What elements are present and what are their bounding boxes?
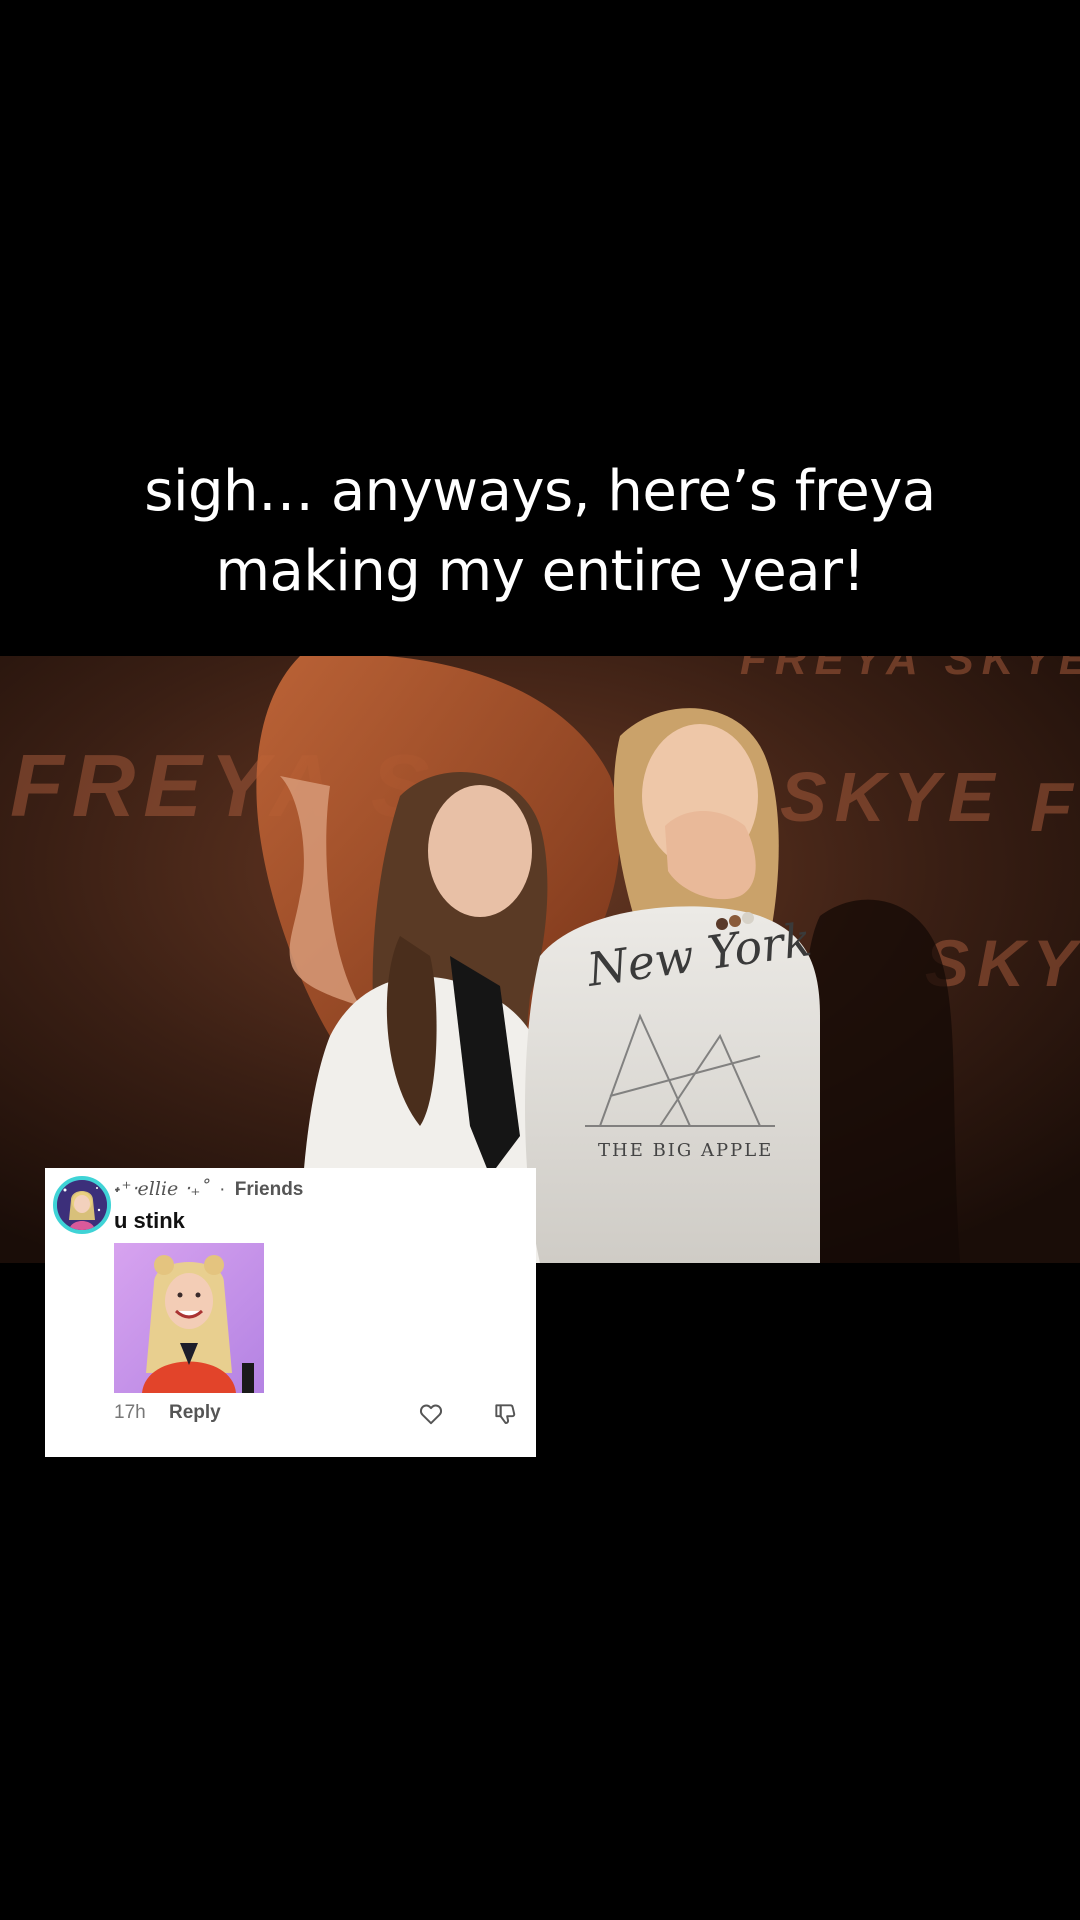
thumbs-down-icon[interactable]	[492, 1401, 518, 1427]
separator-dot: ·	[219, 1179, 226, 1200]
banner-text-2: SKYE	[780, 758, 1003, 836]
heart-icon[interactable]	[418, 1401, 444, 1427]
banner-text-4: FREYA SKYE	[740, 656, 1080, 684]
comment-card[interactable]: ˖⁺‧ellie ‧₊˚ · Friends u stink 17h Reply	[45, 1168, 536, 1457]
reply-button[interactable]: Reply	[169, 1402, 221, 1423]
comment-meta: 17h Reply	[114, 1402, 221, 1424]
shirt-subtext: THE BIG APPLE	[598, 1140, 773, 1161]
comment-attached-image[interactable]	[114, 1243, 264, 1393]
friends-badge: Friends	[234, 1179, 304, 1200]
commenter-avatar[interactable]	[53, 1176, 111, 1234]
caption-line-1: sigh… anyways, here’s freya	[144, 459, 936, 524]
video-caption: sigh… anyways, here’s freya making my en…	[60, 452, 1020, 612]
banner-text-3: SKYE	[925, 926, 1080, 1000]
comment-time: 17h	[114, 1402, 146, 1423]
banner-text-5: F	[1030, 768, 1080, 846]
comment-username[interactable]: ˖⁺‧ellie ‧₊˚	[114, 1178, 210, 1200]
comment-text: u stink	[114, 1208, 185, 1233]
caption-line-2: making my entire year!	[215, 539, 865, 604]
comment-header: ˖⁺‧ellie ‧₊˚ · Friends	[114, 1178, 303, 1201]
